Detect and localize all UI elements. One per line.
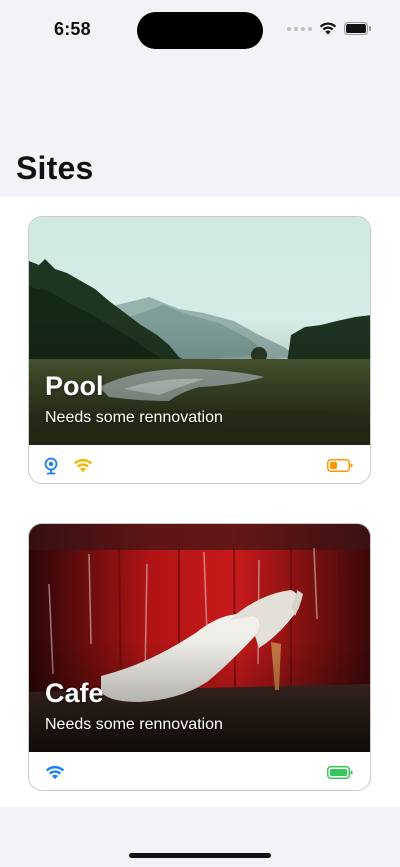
site-name: Pool: [45, 371, 104, 401]
landscape-photo: Pool Needs some rennovation: [29, 217, 370, 445]
status-time: 6:58: [54, 19, 91, 39]
dynamic-island: [137, 12, 263, 49]
site-subtitle: Needs some rennovation: [45, 409, 223, 426]
site-name: Cafe: [45, 678, 104, 708]
home-indicator[interactable]: [129, 853, 271, 858]
cellular-signal-icon: [287, 26, 312, 31]
site-card-pool[interactable]: Pool Needs some rennovation: [28, 216, 371, 484]
status-bar: 6:58: [0, 0, 400, 56]
wifi-icon: [45, 765, 65, 780]
site-status-bar: [29, 445, 370, 483]
status-indicators: [287, 22, 372, 35]
battery-icon: [327, 766, 353, 779]
camera-icon: [44, 457, 58, 475]
shoes-photo: Cafe Needs some rennovation: [29, 524, 370, 752]
site-card-cafe[interactable]: Cafe Needs some rennovation: [28, 523, 371, 791]
battery-status-icon: [344, 22, 371, 35]
site-status-bar: [29, 752, 370, 790]
battery-icon: [327, 459, 353, 472]
page-title: Sites: [16, 150, 94, 186]
wifi-icon: [73, 458, 93, 473]
wifi-status-icon: [319, 22, 337, 35]
site-subtitle: Needs some rennovation: [45, 716, 223, 733]
